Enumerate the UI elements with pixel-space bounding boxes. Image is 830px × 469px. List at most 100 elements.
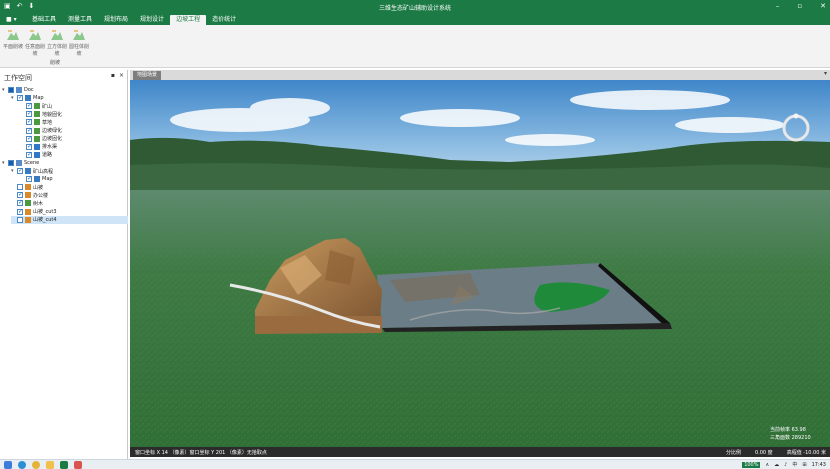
os-taskbar: 100% ∧ ☁ ♪ 中 ⊞ 17:43 bbox=[0, 459, 830, 469]
tree-node[interactable]: 树木 bbox=[11, 199, 43, 207]
minimize-icon[interactable]: – bbox=[776, 2, 780, 10]
close-panel-icon[interactable]: × bbox=[119, 72, 124, 79]
tree-node[interactable]: 边坡固化 bbox=[20, 135, 62, 143]
tree-node-label: 矿山高程 bbox=[33, 168, 54, 175]
checkbox[interactable] bbox=[17, 191, 23, 199]
line-icon bbox=[34, 151, 40, 158]
layer-icon bbox=[34, 103, 40, 110]
input-method-icon[interactable]: 中 bbox=[792, 461, 797, 468]
tree-node[interactable]: ▾Map bbox=[11, 94, 44, 102]
tree-node-label: Doc bbox=[24, 87, 34, 93]
tab-2[interactable]: 规划布局 bbox=[98, 15, 134, 25]
tab-0[interactable]: 基础工具 bbox=[26, 15, 62, 25]
tree-node[interactable]: 山被 bbox=[11, 183, 43, 191]
volume-icon[interactable]: ♪ bbox=[784, 462, 787, 468]
model-icon bbox=[25, 216, 31, 223]
clock[interactable]: 17:43 bbox=[812, 462, 826, 468]
mountain-cut-icon bbox=[51, 30, 63, 40]
tree-node[interactable]: 道路 bbox=[20, 151, 52, 159]
tree-node[interactable]: ▾矿山高程 bbox=[11, 167, 53, 175]
tree-node[interactable]: 矿山 bbox=[20, 102, 52, 110]
tree-node[interactable]: 山被_cut4 bbox=[11, 215, 128, 224]
checkbox[interactable] bbox=[26, 135, 32, 142]
ribbon: 平面削坡 任意面削坡 立方体削坡 圆柱体削坡 削坡 bbox=[0, 25, 830, 68]
checkbox[interactable] bbox=[17, 167, 23, 174]
checkbox[interactable] bbox=[26, 175, 32, 183]
checkbox[interactable] bbox=[26, 127, 32, 134]
checkbox[interactable] bbox=[26, 118, 32, 126]
map-icon bbox=[34, 176, 40, 183]
ribbon-button-2[interactable]: 立方体削坡 bbox=[46, 26, 68, 57]
start-icon[interactable] bbox=[4, 461, 12, 469]
checkbox[interactable] bbox=[8, 159, 14, 166]
tree-node[interactable]: Map bbox=[20, 175, 53, 183]
mountain-cut-icon bbox=[73, 30, 85, 40]
tree-node-label: Map bbox=[42, 176, 53, 183]
tab-5[interactable]: 造价统计 bbox=[206, 15, 242, 25]
keyboard-icon[interactable]: ⊞ bbox=[802, 462, 806, 468]
map-icon bbox=[25, 168, 31, 174]
folder-icon[interactable] bbox=[46, 461, 54, 469]
tab-1[interactable]: 测量工具 bbox=[62, 15, 98, 25]
window-title: 三维生态矿山辅助设计系统 bbox=[378, 5, 451, 12]
tree-node-label: 矿山 bbox=[42, 103, 53, 110]
ribbon-button-label: 圆柱体削坡 bbox=[68, 44, 89, 57]
ribbon-button-0[interactable]: 平面削坡 bbox=[2, 26, 24, 56]
checkbox[interactable] bbox=[17, 199, 23, 207]
ribbon-tab-bar: ■ ▾ 基础工具 测量工具 规划布局 规划设计 边坡工程 造价统计 bbox=[0, 15, 830, 25]
tree-node[interactable]: 地貌固化 bbox=[20, 110, 62, 118]
tree-node-label: Scene bbox=[24, 159, 40, 166]
workspace-header: 工作空间 ▪ × bbox=[0, 70, 127, 83]
layer-icon bbox=[34, 111, 40, 118]
tree-node[interactable]: 草地 bbox=[20, 118, 52, 126]
restore-icon[interactable]: ▫ bbox=[797, 2, 802, 10]
checkbox[interactable] bbox=[17, 94, 23, 102]
line-icon bbox=[34, 143, 40, 150]
tree-node[interactable]: 边坡绿化 bbox=[20, 127, 62, 135]
chevron-down-icon[interactable]: ▾ bbox=[824, 70, 827, 77]
ribbon-button-label: 立方体削坡 bbox=[46, 44, 67, 57]
app-menu-button[interactable]: ■ ▾ bbox=[2, 15, 24, 25]
layer-icon bbox=[34, 119, 40, 126]
ribbon-tabs: 基础工具 测量工具 规划布局 规划设计 边坡工程 造价统计 bbox=[26, 15, 242, 25]
checkbox[interactable] bbox=[26, 110, 32, 118]
zoom-level[interactable]: 100% bbox=[742, 461, 761, 468]
tab-3[interactable]: 规划设计 bbox=[134, 15, 170, 25]
checkbox[interactable] bbox=[26, 151, 32, 158]
tree-node[interactable]: ▾ Doc bbox=[2, 86, 34, 94]
tree-node[interactable]: ▾ Scene bbox=[2, 159, 39, 167]
checkbox[interactable] bbox=[8, 87, 14, 93]
scene-icon bbox=[16, 159, 22, 166]
close-icon[interactable]: ✕ bbox=[820, 2, 826, 10]
tree-node[interactable]: 办公楼 bbox=[11, 191, 48, 199]
tree-node-label: 草地 bbox=[42, 119, 53, 126]
model-icon bbox=[25, 192, 31, 199]
tray-expand-icon[interactable]: ∧ bbox=[765, 462, 769, 468]
chrome-icon[interactable] bbox=[32, 461, 40, 469]
app-icon[interactable] bbox=[60, 461, 68, 469]
ribbon-button-3[interactable]: 圆柱体削坡 bbox=[68, 26, 90, 57]
checkbox[interactable] bbox=[17, 208, 23, 215]
view-tab-bar: 地图场景 ▾ bbox=[130, 70, 830, 80]
tree-node-label: 排水渠 bbox=[42, 144, 58, 151]
title-bar: ▣ ↶ ⬇ 三维生态矿山辅助设计系统 – ▫ ✕ bbox=[0, 0, 830, 15]
checkbox[interactable] bbox=[26, 143, 32, 150]
checkbox[interactable] bbox=[26, 102, 32, 110]
3d-scene-view[interactable] bbox=[130, 80, 830, 457]
checkbox[interactable] bbox=[17, 184, 23, 191]
scene-stats: 当前帧率 63.98 三角面数 289210 bbox=[770, 426, 826, 442]
tab-map-scene[interactable]: 地图场景 bbox=[133, 71, 162, 80]
browser-icon[interactable] bbox=[18, 461, 26, 469]
ribbon-button-1[interactable]: 任意面削坡 bbox=[24, 26, 46, 57]
tree-node[interactable]: 山被_cut3 bbox=[11, 208, 57, 216]
pin-icon[interactable]: ▪ bbox=[111, 72, 115, 79]
checkbox[interactable] bbox=[17, 216, 23, 223]
model-icon bbox=[25, 184, 31, 191]
status-bar: 窗口坐标 X 14 （像素）窗口坐标 Y 201 （像素）无拾取点 分比例 0.… bbox=[130, 447, 830, 457]
tab-4[interactable]: 边坡工程 bbox=[170, 15, 207, 25]
app-icon[interactable] bbox=[74, 461, 82, 469]
cloud-icon[interactable]: ☁ bbox=[774, 462, 779, 468]
tree-node[interactable]: 排水渠 bbox=[20, 143, 57, 151]
ribbon-group-cut-slope: 平面削坡 任意面削坡 立方体削坡 圆柱体削坡 bbox=[2, 26, 90, 57]
fps-readout: 当前帧率 63.98 bbox=[770, 427, 806, 433]
